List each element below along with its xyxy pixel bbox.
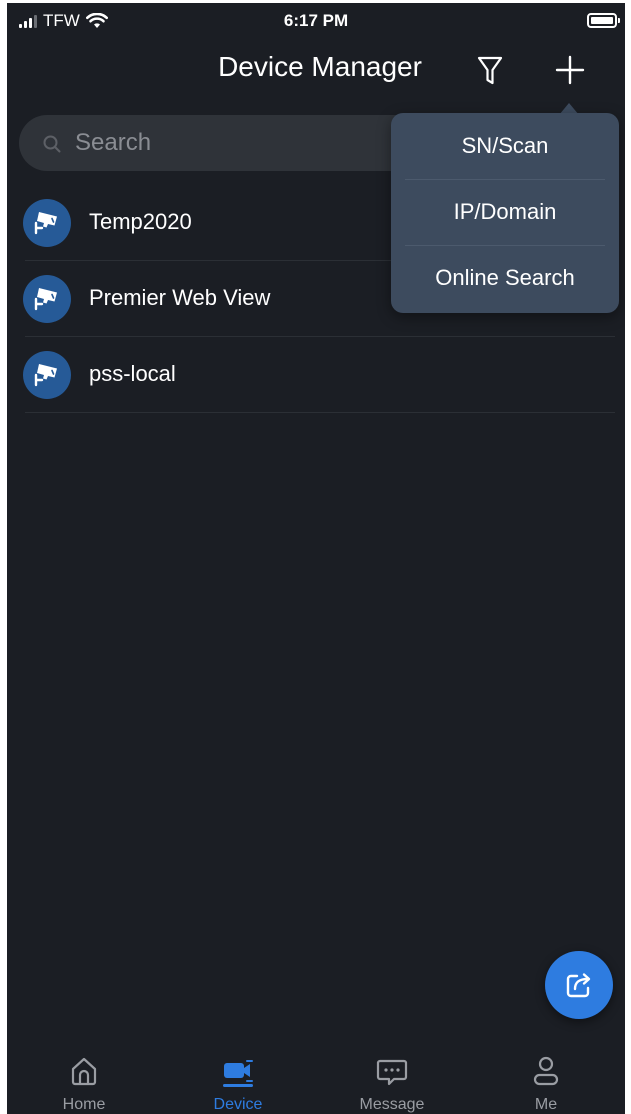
device-avatar — [23, 275, 71, 323]
page-title: Device Manager — [218, 51, 422, 82]
tab-message[interactable]: Message — [315, 1039, 469, 1114]
menu-item-online-search[interactable]: Online Search — [391, 245, 619, 311]
tab-label: Message — [359, 1096, 425, 1113]
device-avatar — [23, 351, 71, 399]
device-avatar — [23, 199, 71, 247]
tab-home[interactable]: Home — [7, 1039, 161, 1114]
plus-icon — [555, 55, 585, 85]
filter-icon — [477, 56, 503, 85]
security-camera-icon — [34, 288, 57, 311]
share-fab-button[interactable] — [545, 951, 613, 1019]
status-bar: TFW 6:17 PM — [7, 3, 625, 39]
share-icon — [566, 973, 591, 998]
tab-label: Me — [534, 1096, 558, 1113]
message-icon — [376, 1059, 408, 1086]
tab-device[interactable]: Device — [161, 1039, 315, 1114]
device-name: Temp2020 — [89, 209, 192, 234]
security-camera-icon — [34, 212, 57, 235]
menu-item-ip-domain[interactable]: IP/Domain — [391, 179, 619, 245]
battery-icon — [587, 13, 620, 28]
tab-me[interactable]: Me — [469, 1039, 623, 1114]
divider — [25, 412, 615, 413]
device-item[interactable]: pss-local — [7, 337, 625, 413]
home-icon — [71, 1057, 97, 1086]
search-input[interactable] — [75, 125, 435, 161]
tab-bar: Home Device Message Me — [7, 1039, 625, 1114]
status-time: 6:17 PM — [283, 11, 349, 30]
add-device-button[interactable] — [552, 51, 588, 89]
device-name: Premier Web View — [89, 285, 271, 310]
active-tab-indicator — [223, 1084, 253, 1087]
tab-label: Device — [213, 1096, 263, 1113]
tab-label: Home — [62, 1096, 106, 1113]
menu-item-sn-scan[interactable]: SN/Scan — [391, 113, 619, 179]
filter-button[interactable] — [473, 51, 507, 89]
person-icon — [533, 1056, 559, 1086]
device-name: pss-local — [89, 361, 176, 386]
device-manager-screen: TFW 6:17 PM Device Manager Search Temp20… — [7, 3, 625, 1114]
search-icon — [43, 135, 61, 153]
security-camera-icon — [34, 364, 57, 387]
add-device-menu: SN/Scan IP/Domain Online Search — [391, 113, 619, 313]
